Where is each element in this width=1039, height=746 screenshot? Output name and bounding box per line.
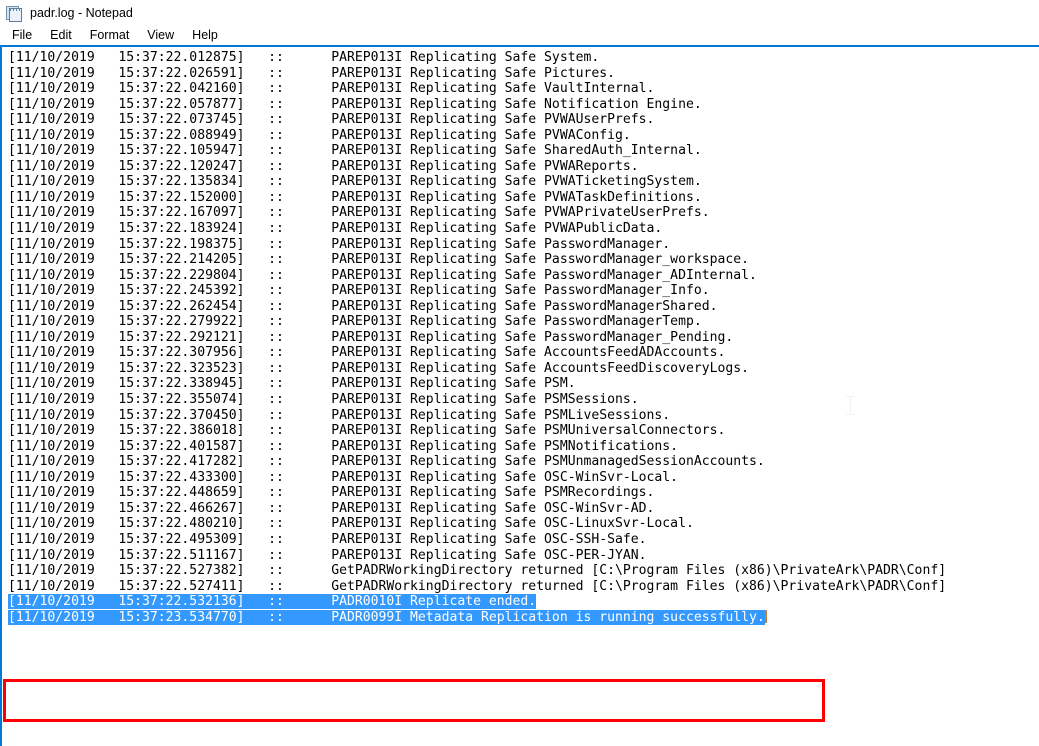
log-line[interactable]: [11/10/2019 15:37:22.323523] :: PAREP013… xyxy=(8,361,946,377)
log-line[interactable]: [11/10/2019 15:37:22.370450] :: PAREP013… xyxy=(8,408,946,424)
title-bar[interactable]: padr.log - Notepad xyxy=(0,0,1039,26)
log-line[interactable]: [11/10/2019 15:37:22.448659] :: PAREP013… xyxy=(8,485,946,501)
menu-item-view[interactable]: View xyxy=(138,26,183,45)
menu-item-format[interactable]: Format xyxy=(81,26,139,45)
log-line[interactable]: [11/10/2019 15:37:22.495309] :: PAREP013… xyxy=(8,532,946,548)
notepad-icon xyxy=(6,5,23,22)
log-line[interactable]: [11/10/2019 15:37:22.417282] :: PAREP013… xyxy=(8,454,946,470)
selected-text: [11/10/2019 15:37:23.534770] :: PADR0099… xyxy=(8,609,765,625)
log-line[interactable]: [11/10/2019 15:37:23.534770] :: PADR0099… xyxy=(8,609,946,626)
text-area[interactable]: [11/10/2019 15:37:22.012875] :: PAREP013… xyxy=(0,45,1039,746)
log-line[interactable]: [11/10/2019 15:37:22.532136] :: PADR0010… xyxy=(8,594,946,610)
log-line[interactable]: [11/10/2019 15:37:22.307956] :: PAREP013… xyxy=(8,345,946,361)
log-line[interactable]: [11/10/2019 15:37:22.135834] :: PAREP013… xyxy=(8,174,946,190)
log-line[interactable]: [11/10/2019 15:37:22.073745] :: PAREP013… xyxy=(8,112,946,128)
menu-item-help[interactable]: Help xyxy=(183,26,227,45)
log-line[interactable]: [11/10/2019 15:37:22.433300] :: PAREP013… xyxy=(8,470,946,486)
log-line[interactable]: [11/10/2019 15:37:22.338945] :: PAREP013… xyxy=(8,376,946,392)
log-line[interactable]: [11/10/2019 15:37:22.480210] :: PAREP013… xyxy=(8,516,946,532)
log-line[interactable]: [11/10/2019 15:37:22.229804] :: PAREP013… xyxy=(8,268,946,284)
log-line[interactable]: [11/10/2019 15:37:22.292121] :: PAREP013… xyxy=(8,330,946,346)
log-line[interactable]: [11/10/2019 15:37:22.386018] :: PAREP013… xyxy=(8,423,946,439)
log-line[interactable]: [11/10/2019 15:37:22.198375] :: PAREP013… xyxy=(8,237,946,253)
log-line[interactable]: [11/10/2019 15:37:22.527382] :: GetPADRW… xyxy=(8,563,946,579)
log-line[interactable]: [11/10/2019 15:37:22.057877] :: PAREP013… xyxy=(8,97,946,113)
log-line[interactable]: [11/10/2019 15:37:22.120247] :: PAREP013… xyxy=(8,159,946,175)
log-line[interactable]: [11/10/2019 15:37:22.466267] :: PAREP013… xyxy=(8,501,946,517)
log-line[interactable]: [11/10/2019 15:37:22.183924] :: PAREP013… xyxy=(8,221,946,237)
log-line[interactable]: [11/10/2019 15:37:22.401587] :: PAREP013… xyxy=(8,439,946,455)
log-line[interactable]: [11/10/2019 15:37:22.088949] :: PAREP013… xyxy=(8,128,946,144)
log-line[interactable]: [11/10/2019 15:37:22.262454] :: PAREP013… xyxy=(8,299,946,315)
selected-text: [11/10/2019 15:37:22.532136] :: PADR0010… xyxy=(8,594,537,610)
log-line[interactable]: [11/10/2019 15:37:22.152000] :: PAREP013… xyxy=(8,190,946,206)
log-line[interactable]: [11/10/2019 15:37:22.279922] :: PAREP013… xyxy=(8,314,946,330)
log-line[interactable]: [11/10/2019 15:37:22.012875] :: PAREP013… xyxy=(8,50,946,66)
log-line[interactable]: [11/10/2019 15:37:22.214205] :: PAREP013… xyxy=(8,252,946,268)
text-caret xyxy=(764,609,767,623)
notepad-window: padr.log - Notepad File Edit Format View… xyxy=(0,0,1039,746)
log-line[interactable]: [11/10/2019 15:37:22.167097] :: PAREP013… xyxy=(8,205,946,221)
log-content[interactable]: [11/10/2019 15:37:22.012875] :: PAREP013… xyxy=(8,50,946,625)
log-line[interactable]: [11/10/2019 15:37:22.527411] :: GetPADRW… xyxy=(8,579,946,595)
log-line[interactable]: [11/10/2019 15:37:22.105947] :: PAREP013… xyxy=(8,143,946,159)
log-line[interactable]: [11/10/2019 15:37:22.245392] :: PAREP013… xyxy=(8,283,946,299)
menu-item-file[interactable]: File xyxy=(3,26,41,45)
menu-item-edit[interactable]: Edit xyxy=(41,26,81,45)
log-line[interactable]: [11/10/2019 15:37:22.026591] :: PAREP013… xyxy=(8,66,946,82)
log-line[interactable]: [11/10/2019 15:37:22.042160] :: PAREP013… xyxy=(8,81,946,97)
log-line[interactable]: [11/10/2019 15:37:22.511167] :: PAREP013… xyxy=(8,548,946,564)
menu-bar: File Edit Format View Help xyxy=(0,26,1039,45)
log-line[interactable]: [11/10/2019 15:37:22.355074] :: PAREP013… xyxy=(8,392,946,408)
window-title: padr.log - Notepad xyxy=(30,6,133,20)
